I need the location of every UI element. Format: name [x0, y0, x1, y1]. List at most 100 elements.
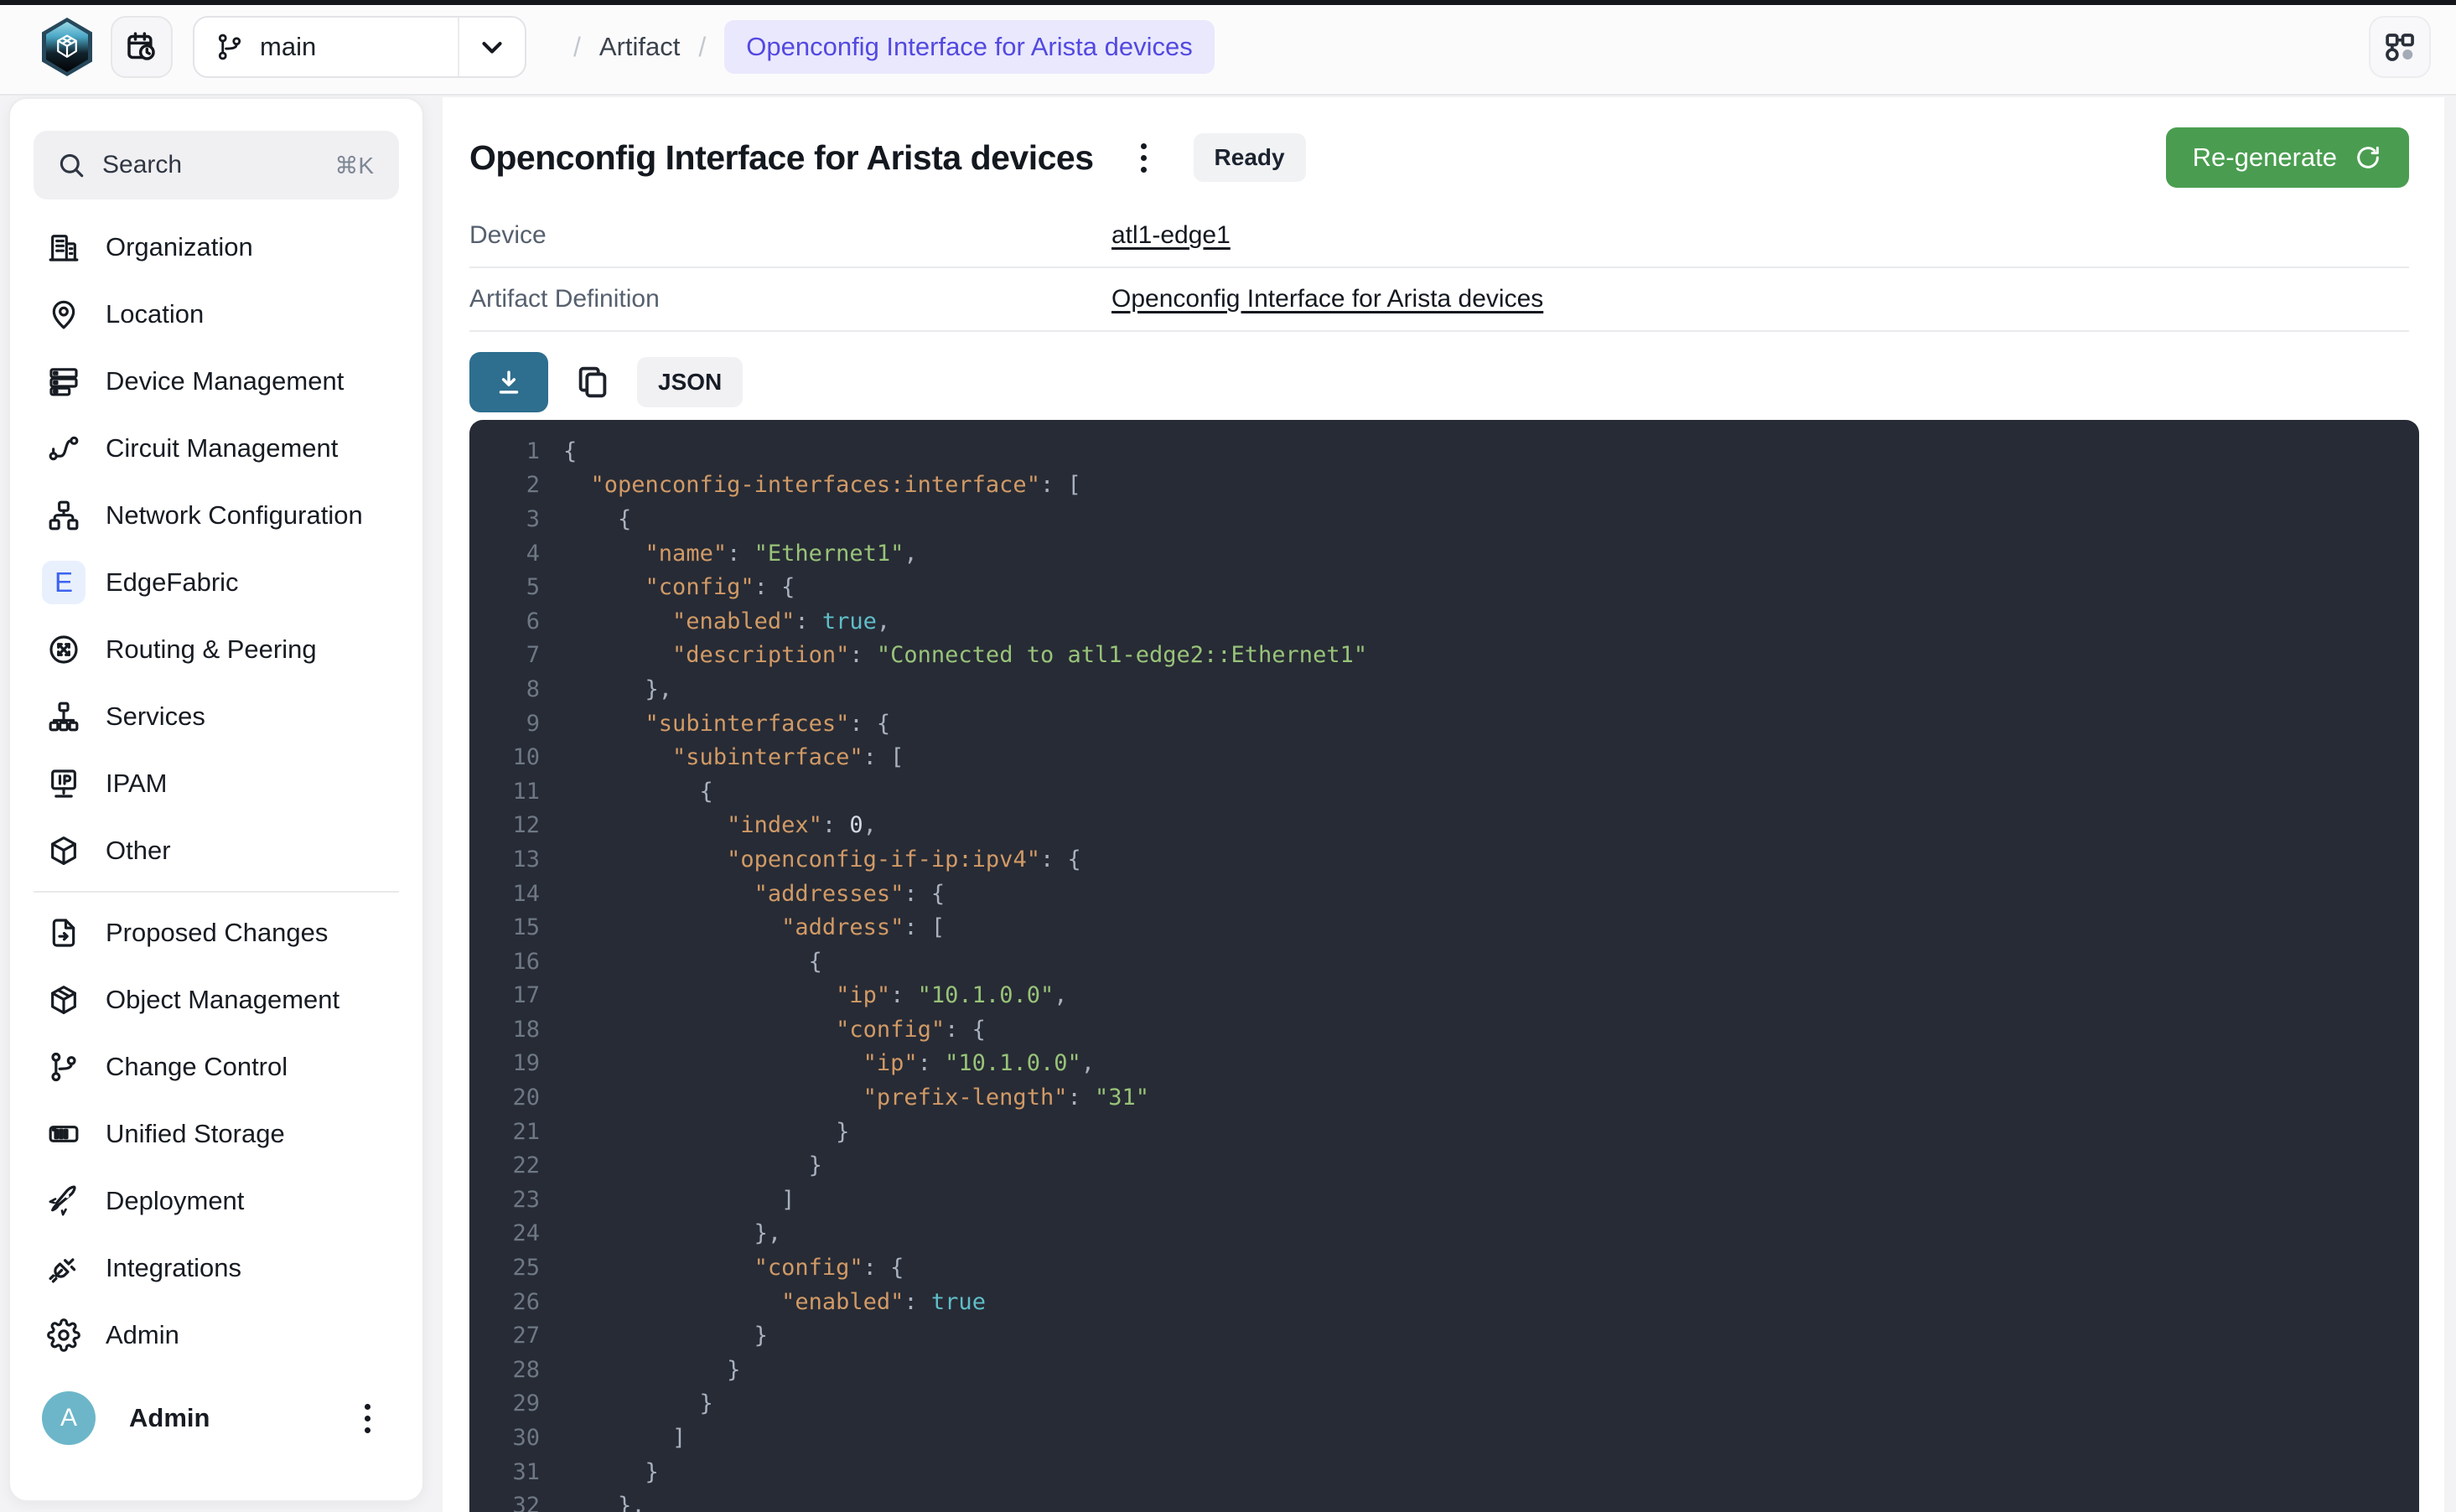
- gear-icon: [42, 1313, 85, 1357]
- line-number: 23: [469, 1187, 540, 1213]
- sidebar-item-routing-peering[interactable]: Routing & Peering: [10, 616, 422, 683]
- page-header: Openconfig Interface for Arista devices …: [469, 126, 2409, 189]
- git-branch-icon: [47, 1050, 80, 1084]
- user-menu-kebab-icon[interactable]: [365, 1404, 370, 1433]
- code-text: {: [563, 949, 822, 975]
- sidebar-item-label: Integrations: [106, 1253, 241, 1283]
- sidebar-item-label: Location: [106, 299, 204, 329]
- sidebar-item-network-configuration[interactable]: Network Configuration: [10, 482, 422, 549]
- status-badge: Ready: [1194, 133, 1306, 182]
- sidebar-item-ipam[interactable]: IPAM: [10, 750, 422, 817]
- sidebar-item-circuit-management[interactable]: Circuit Management: [10, 415, 422, 482]
- sidebar-item-label: EdgeFabric: [106, 567, 239, 598]
- search-icon: [57, 151, 85, 179]
- sidebar-item-proposed-changes[interactable]: Proposed Changes: [10, 899, 422, 966]
- code-line: 22 }: [469, 1148, 2419, 1183]
- code-text: {: [563, 438, 577, 464]
- code-text: "prefix-length": "31": [563, 1085, 1149, 1111]
- line-number: 1: [469, 438, 540, 464]
- regenerate-label: Re-generate: [2193, 142, 2337, 173]
- code-line: 17 "ip": "10.1.0.0",: [469, 979, 2419, 1013]
- code-line: 21 }: [469, 1115, 2419, 1149]
- copy-button[interactable]: [573, 363, 612, 401]
- title-kebab-icon[interactable]: [1141, 143, 1147, 173]
- regenerate-button[interactable]: Re-generate: [2166, 127, 2409, 188]
- field-label: Device: [469, 221, 1111, 250]
- line-number: 13: [469, 847, 540, 873]
- code-text: "openconfig-interfaces:interface": [: [563, 472, 1081, 498]
- search-box[interactable]: ⌘K: [34, 131, 399, 199]
- code-line: 26 "enabled": true: [469, 1285, 2419, 1319]
- sidebar-item-object-management[interactable]: Object Management: [10, 966, 422, 1033]
- line-number: 2: [469, 472, 540, 498]
- breadcrumb: / Artifact / Openconfig Interface for Ar…: [555, 20, 1215, 74]
- sidebar-divider: [34, 891, 399, 893]
- line-number: 12: [469, 812, 540, 838]
- code-text: },: [563, 676, 672, 702]
- sidebar-item-label: Services: [106, 702, 205, 732]
- sidebar-item-label: Admin: [106, 1320, 179, 1350]
- user-row[interactable]: A Admin: [10, 1385, 422, 1452]
- sidebar-item-organization[interactable]: Organization: [10, 214, 422, 281]
- line-number: 3: [469, 506, 540, 532]
- sidebar-item-change-control[interactable]: Change Control: [10, 1033, 422, 1100]
- search-input[interactable]: [102, 151, 334, 179]
- code-line: 16 {: [469, 945, 2419, 979]
- code-text: }: [563, 1357, 740, 1383]
- code-text: "config": {: [563, 1255, 904, 1281]
- format-badge[interactable]: JSON: [637, 357, 743, 407]
- code-line: 12 "index": 0,: [469, 809, 2419, 843]
- sidebar-item-edgefabric[interactable]: EEdgeFabric: [10, 549, 422, 616]
- code-line: 5 "config": {: [469, 570, 2419, 604]
- branch-selector[interactable]: main: [193, 16, 526, 78]
- app-logo[interactable]: [42, 18, 92, 76]
- line-number: 18: [469, 1017, 540, 1043]
- circuit-icon: [42, 427, 85, 470]
- search-shortcut: ⌘K: [334, 152, 374, 179]
- sidebar-item-admin[interactable]: Admin: [10, 1302, 422, 1369]
- cube-icon: [47, 834, 80, 867]
- calendar-clock-button[interactable]: [111, 16, 173, 78]
- line-number: 5: [469, 574, 540, 600]
- code-line: 4 "name": "Ethernet1",: [469, 536, 2419, 571]
- code-text: }: [563, 1152, 822, 1178]
- line-number: 8: [469, 676, 540, 702]
- breadcrumb-separator: /: [698, 32, 706, 63]
- code-line: 31 }: [469, 1455, 2419, 1489]
- sidebar-nav: Organization Location Device ManagementCir…: [10, 214, 422, 1369]
- line-number: 17: [469, 982, 540, 1008]
- avatar: A: [42, 1391, 96, 1445]
- field-value-link[interactable]: Openconfig Interface for Arista devices: [1111, 285, 1543, 313]
- line-number: 28: [469, 1357, 540, 1383]
- code-text: "config": {: [563, 1017, 986, 1043]
- sidebar-item-unified-storage[interactable]: Unified Storage: [10, 1100, 422, 1168]
- sidebar-item-label: Other: [106, 836, 171, 866]
- sidebar-item-integrations[interactable]: Integrations: [10, 1235, 422, 1302]
- breadcrumb-current[interactable]: Openconfig Interface for Arista devices: [724, 20, 1214, 74]
- line-number: 30: [469, 1425, 540, 1451]
- file-diff-icon: [47, 916, 80, 950]
- plug-icon: [42, 1246, 85, 1290]
- field-label: Artifact Definition: [469, 285, 1111, 313]
- sidebar-item-device-management[interactable]: Device Management: [10, 348, 422, 415]
- download-button[interactable]: [469, 352, 548, 412]
- server-icon: [42, 360, 85, 403]
- field-value-link[interactable]: atl1-edge1: [1111, 221, 1231, 250]
- chevron-down-icon[interactable]: [459, 31, 525, 63]
- sidebar: ⌘K Organization Location Device Management…: [8, 97, 424, 1502]
- code-text: ]: [563, 1425, 686, 1451]
- ipam-icon: [47, 767, 80, 800]
- code-text: },: [563, 1220, 781, 1246]
- components-menu-button[interactable]: [2369, 16, 2431, 78]
- sidebar-item-other[interactable]: Other: [10, 817, 422, 884]
- line-number: 7: [469, 642, 540, 668]
- sidebar-item-services[interactable]: Services: [10, 683, 422, 750]
- breadcrumb-parent[interactable]: Artifact: [599, 32, 680, 62]
- sidebar-item-deployment[interactable]: Deployment: [10, 1168, 422, 1235]
- sidebar-item-label: Organization: [106, 232, 253, 262]
- code-viewer[interactable]: 1 {2 "openconfig-interfaces:interface": […: [469, 420, 2419, 1512]
- code-line: 3 {: [469, 502, 2419, 536]
- sidebar-item-location[interactable]: Location: [10, 281, 422, 348]
- code-text: }: [563, 1459, 659, 1485]
- package-icon: [42, 978, 85, 1022]
